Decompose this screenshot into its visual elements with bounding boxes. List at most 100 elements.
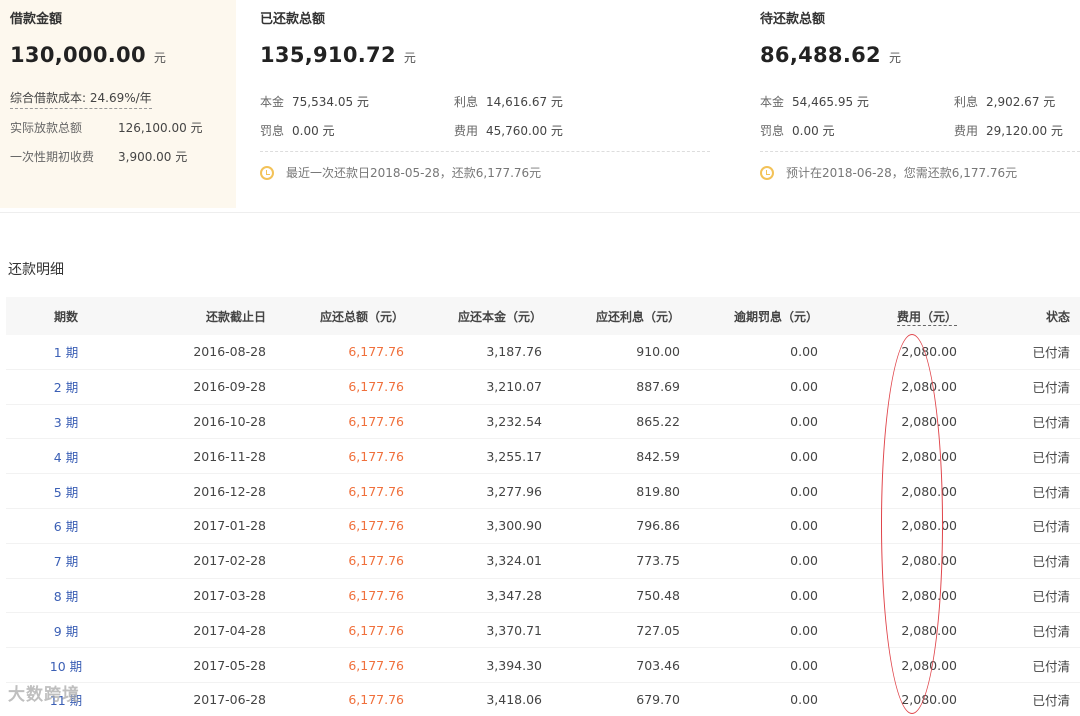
period-link[interactable]: 3 期 bbox=[6, 412, 126, 431]
status-cell: 已付清 bbox=[1032, 658, 1070, 674]
header-principal: 应还本金（元） bbox=[457, 309, 542, 324]
total-cell: 6,177.76 bbox=[348, 587, 404, 603]
due-card: 待还款总额 86,488.62 元 本金 54,465.95 元 利息 2,902.… bbox=[736, 0, 1080, 208]
due-breakdown: 本金 54,465.95 元 利息 2,902.67 元 罚息 0.00 元 费用 29… bbox=[760, 87, 1080, 145]
fee-cell: 2,080.00 bbox=[901, 657, 957, 673]
interest-cell: 887.69 bbox=[636, 379, 680, 395]
fee-cell: 2,080.00 bbox=[901, 379, 957, 395]
loan-amount-line: 130,000.00 元 bbox=[10, 43, 236, 73]
principal-cell: 3,232.54 bbox=[486, 413, 542, 429]
header-penalty: 逾期罚息（元） bbox=[733, 309, 818, 324]
loan-row-value: 126,100.00 元 bbox=[118, 121, 203, 135]
paid-item-value: 45,760.00 元 bbox=[486, 124, 563, 138]
principal-cell: 3,187.76 bbox=[486, 344, 542, 360]
paid-unit: 元 bbox=[403, 51, 416, 65]
header-total: 应还总额（元） bbox=[319, 309, 404, 324]
total-cell: 6,177.76 bbox=[348, 483, 404, 499]
due-unit: 元 bbox=[888, 51, 901, 65]
due-date-cell: 2017-06-28 bbox=[193, 692, 266, 708]
period-link[interactable]: 1 期 bbox=[6, 342, 126, 361]
loan-row: 实际放款总额 126,100.00 元 bbox=[10, 113, 236, 142]
cost-rate-link[interactable]: 综合借款成本: 24.69%/年 bbox=[10, 89, 152, 109]
header-fee[interactable]: 费用（元） bbox=[818, 308, 957, 326]
due-item-label: 利息 bbox=[954, 95, 979, 109]
status-cell: 已付清 bbox=[1032, 554, 1070, 570]
paid-item-value: 75,534.05 元 bbox=[292, 95, 369, 109]
due-item: 本金 54,465.95 元 bbox=[760, 87, 954, 116]
paid-item-value: 0.00 元 bbox=[292, 124, 335, 138]
header-period: 期数 bbox=[53, 309, 78, 324]
principal-cell: 3,418.06 bbox=[486, 692, 542, 708]
status-cell: 已付清 bbox=[1032, 588, 1070, 604]
due-date-cell: 2016-11-28 bbox=[193, 448, 266, 464]
principal-cell: 3,370.71 bbox=[486, 622, 542, 638]
due-title: 待还款总额 bbox=[760, 12, 826, 27]
paid-item: 本金 75,534.05 元 bbox=[260, 87, 454, 116]
due-item: 罚息 0.00 元 bbox=[760, 116, 954, 145]
due-item-label: 本金 bbox=[760, 95, 785, 109]
interest-cell: 727.05 bbox=[636, 622, 680, 638]
penalty-cell: 0.00 bbox=[790, 587, 818, 603]
section-divider bbox=[0, 212, 1080, 213]
period-link[interactable]: 6 期 bbox=[6, 516, 126, 535]
fee-cell: 2,080.00 bbox=[901, 344, 957, 360]
status-cell: 已付清 bbox=[1032, 345, 1070, 361]
loan-rows: 实际放款总额 126,100.00 元 一次性期初收费 3,900.00 元 bbox=[10, 113, 236, 171]
period-link[interactable]: 7 期 bbox=[6, 551, 126, 570]
period-link[interactable]: 10 期 bbox=[6, 656, 126, 675]
loan-unit: 元 bbox=[153, 51, 166, 65]
due-date-cell: 2017-03-28 bbox=[193, 587, 266, 603]
period-link[interactable]: 2 期 bbox=[6, 377, 126, 396]
total-cell: 6,177.76 bbox=[348, 657, 404, 673]
paid-card: 已还款总额 135,910.72 元 本金 75,534.05 元 利息 14,61… bbox=[236, 0, 736, 208]
principal-cell: 3,210.07 bbox=[486, 379, 542, 395]
total-cell: 6,177.76 bbox=[348, 553, 404, 569]
period-link[interactable]: 5 期 bbox=[6, 482, 126, 501]
due-note-text: 预计在2018-06-28，您需还款6,177.76元 bbox=[786, 166, 1018, 180]
paid-item: 费用 45,760.00 元 bbox=[454, 116, 654, 145]
penalty-cell: 0.00 bbox=[790, 622, 818, 638]
status-cell: 已付清 bbox=[1032, 623, 1070, 639]
fee-cell: 2,080.00 bbox=[901, 692, 957, 708]
status-cell: 已付清 bbox=[1032, 414, 1070, 430]
interest-cell: 865.22 bbox=[636, 413, 680, 429]
clock-icon bbox=[260, 165, 274, 180]
paid-item-label: 利息 bbox=[454, 95, 479, 109]
table-header: 期数 还款截止日 应还总额（元） 应还本金（元） 应还利息（元） 逾期罚息（元）… bbox=[6, 297, 1080, 335]
penalty-cell: 0.00 bbox=[790, 692, 818, 708]
paid-breakdown: 本金 75,534.05 元 利息 14,616.67 元 罚息 0.00 元 费用 4… bbox=[260, 87, 736, 145]
due-amount-line: 86,488.62 元 bbox=[760, 43, 1080, 73]
interest-cell: 679.70 bbox=[636, 692, 680, 708]
principal-cell: 3,255.17 bbox=[486, 448, 542, 464]
due-item: 利息 2,902.67 元 bbox=[954, 87, 1080, 116]
paid-item: 利息 14,616.67 元 bbox=[454, 87, 654, 116]
loan-title: 借款金額 bbox=[10, 12, 63, 27]
status-cell: 已付清 bbox=[1032, 449, 1070, 465]
header-status: 状态 bbox=[1045, 309, 1070, 324]
due-note: 预计在2018-06-28，您需还款6,177.76元 bbox=[760, 164, 1017, 181]
penalty-cell: 0.00 bbox=[790, 448, 818, 464]
loan-card: 借款金額 130,000.00 元 综合借款成本: 24.69%/年 实际放款总… bbox=[0, 0, 236, 208]
principal-cell: 3,394.30 bbox=[486, 657, 542, 673]
penalty-cell: 0.00 bbox=[790, 553, 818, 569]
period-link[interactable]: 9 期 bbox=[6, 621, 126, 640]
due-item-label: 罚息 bbox=[760, 124, 785, 138]
penalty-cell: 0.00 bbox=[790, 657, 818, 673]
header-interest: 应还利息（元） bbox=[595, 309, 680, 324]
period-link[interactable]: 4 期 bbox=[6, 447, 126, 466]
due-item-value: 54,465.95 元 bbox=[792, 95, 869, 109]
total-cell: 6,177.76 bbox=[348, 518, 404, 534]
period-link[interactable]: 8 期 bbox=[6, 586, 126, 605]
interest-cell: 773.75 bbox=[636, 553, 680, 569]
status-cell: 已付清 bbox=[1032, 693, 1070, 709]
principal-cell: 3,347.28 bbox=[486, 587, 542, 603]
total-cell: 6,177.76 bbox=[348, 622, 404, 638]
total-cell: 6,177.76 bbox=[348, 344, 404, 360]
penalty-cell: 0.00 bbox=[790, 483, 818, 499]
principal-cell: 3,277.96 bbox=[486, 483, 542, 499]
interest-cell: 703.46 bbox=[636, 657, 680, 673]
due-date-cell: 2017-05-28 bbox=[193, 657, 266, 673]
total-cell: 6,177.76 bbox=[348, 448, 404, 464]
loan-amount: 130,000.00 bbox=[10, 43, 146, 67]
paid-note-text: 最近一次还款日2018-05-28，还款6,177.76元 bbox=[286, 166, 542, 180]
